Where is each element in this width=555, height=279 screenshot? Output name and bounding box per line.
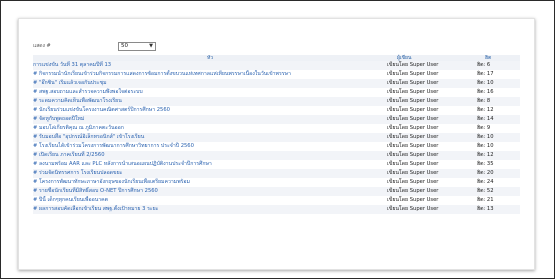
article-title-link[interactable]: # ลงนามพร้อม AAR และ PLC หลังการนำเสนอแผ…: [33, 161, 212, 167]
article-title-link[interactable]: # โครงการพัฒนาทักษะภาษาอังกฤษของนักเรียน…: [33, 179, 190, 185]
screenshot-frame: แสดง # 50 ▼ หัว ผู้เขียน ฮิต การแข่งขัน …: [0, 0, 555, 279]
article-title-link[interactable]: # กิจกรรมนำนักเรียนเข้าร่วมกิจกรรมการแสด…: [33, 71, 291, 77]
article-title-link[interactable]: # รับมอบสื่อ "อุปกรณ์อิเล็กทรอนิกส์" เข้…: [33, 134, 144, 140]
table-row: # โครงการพัฒนาทักษะภาษาอังกฤษของนักเรียน…: [33, 178, 520, 187]
article-hits-cell: ฮิต: 8: [475, 97, 520, 106]
article-title-link[interactable]: # รายชื่อนักเรียนที่มีสิทธิ์สอบ O-NET ปี…: [33, 188, 158, 194]
article-title-cell: # โรงเรียนได้เข้าร่วมโครงการพัฒนาการศึกษ…: [33, 142, 387, 151]
article-hits-cell: ฮิต: 16: [475, 88, 520, 97]
article-author-cell: เขียนโดย Super User: [387, 196, 475, 205]
article-hits-cell: ฮิต: 10: [475, 133, 520, 142]
display-count-row: แสดง # 50 ▼: [33, 40, 156, 52]
display-count-value: 50: [121, 43, 128, 49]
article-author-cell: เขียนโดย Super User: [387, 115, 475, 124]
table-row: # จัดหูกับพูดถอดปีใหม่ เขียนโดย Super Use…: [33, 115, 520, 124]
table-row: # กิจกรรมนำนักเรียนเข้าร่วมกิจกรรมการแสด…: [33, 70, 520, 79]
article-title-cell: # ผลการสอบคัดเลือกเข้าเรียน สพฐ.ตั้งเป้า…: [33, 205, 387, 214]
article-title-cell: # ปีนี้ เด็กๆทุกคนเรียนเพื่ออนาคต: [33, 196, 387, 205]
article-title-cell: # ลงนามพร้อม AAR และ PLC หลังการนำเสนอแผ…: [33, 160, 387, 169]
article-title-cell: # นักเรียนร่วมแข่งขันโครงงานคณิตศาสตร์ปี…: [33, 106, 387, 115]
table-row: # ผลการสอบคัดเลือกเข้าเรียน สพฐ.ตั้งเป้า…: [33, 205, 520, 214]
article-hits-cell: ฮิต: 21: [475, 196, 520, 205]
article-author-cell: เขียนโดย Super User: [387, 160, 475, 169]
table-row: # เปิดเรียน ภาคเรียนที่ 2/2560 เขียนโดย S…: [33, 151, 520, 160]
article-hits-cell: ฮิต: 17: [475, 70, 520, 79]
table-row: # "อ๊กซิน" เริ่มแล้วเจอกันประชุม เขียนโดย…: [33, 79, 520, 88]
article-author-cell: เขียนโดย Super User: [387, 97, 475, 106]
article-title-link[interactable]: การแข่งขัน วันที่ 31 ตุลาคมปีที่ 13: [33, 62, 111, 68]
article-hits-cell: ฮิต: 14: [475, 115, 520, 124]
article-hits-cell: ฮิต: 6: [475, 61, 520, 70]
article-title-link[interactable]: # เปิดเรียน ภาคเรียนที่ 2/2560: [33, 152, 105, 158]
article-hits-cell: ฮิต: 35: [475, 160, 520, 169]
table-row: # ระดมความคิดเห็นเพื่อพัฒนาโรงเรียน เขียน…: [33, 97, 520, 106]
article-hits-cell: ฮิต: 13: [475, 205, 520, 214]
article-author-cell: เขียนโดย Super User: [387, 151, 475, 160]
article-title-link[interactable]: # สพฐ.สอบถามและสำรวจความพึงพอใจต่อระบบ: [33, 89, 143, 95]
article-hits-cell: ฮิต: 52: [475, 187, 520, 196]
article-hits-cell: ฮิต: 12: [475, 151, 520, 160]
display-count-label: แสดง #: [33, 43, 51, 49]
article-author-cell: เขียนโดย Super User: [387, 178, 475, 187]
article-title-cell: การแข่งขัน วันที่ 31 ตุลาคมปีที่ 13: [33, 61, 387, 70]
article-author-cell: เขียนโดย Super User: [387, 70, 475, 79]
article-author-cell: เขียนโดย Super User: [387, 61, 475, 70]
article-title-link[interactable]: # "อ๊กซิน" เริ่มแล้วเจอกันประชุม: [33, 80, 107, 86]
article-title-cell: # มอบโล่เกียรติคุณ ณ ภูมิภาคตะวันออก: [33, 124, 387, 133]
article-author-cell: เขียนโดย Super User: [387, 169, 475, 178]
article-title-cell: # "อ๊กซิน" เริ่มแล้วเจอกันประชุม: [33, 79, 387, 88]
article-author-cell: เขียนโดย Super User: [387, 88, 475, 97]
table-row: # ปีนี้ เด็กๆทุกคนเรียนเพื่ออนาคต เขียนโด…: [33, 196, 520, 205]
table-row: # นักเรียนร่วมแข่งขันโครงงานคณิตศาสตร์ปี…: [33, 106, 520, 115]
article-author-cell: เขียนโดย Super User: [387, 205, 475, 214]
table-row: # โรงเรียนได้เข้าร่วมโครงการพัฒนาการศึกษ…: [33, 142, 520, 151]
article-hits-cell: ฮิต: 10: [475, 79, 520, 88]
article-title-cell: # สพฐ.สอบถามและสำรวจความพึงพอใจต่อระบบ: [33, 88, 387, 97]
article-title-cell: # ระดมความคิดเห็นเพื่อพัฒนาโรงเรียน: [33, 97, 387, 106]
article-title-cell: # รายชื่อนักเรียนที่มีสิทธิ์สอบ O-NET ปี…: [33, 187, 387, 196]
table-row: # รายชื่อนักเรียนที่มีสิทธิ์สอบ O-NET ปี…: [33, 187, 520, 196]
article-title-cell: # เปิดเรียน ภาคเรียนที่ 2/2560: [33, 151, 387, 160]
article-author-cell: เขียนโดย Super User: [387, 142, 475, 151]
article-title-link[interactable]: # มอบโล่เกียรติคุณ ณ ภูมิภาคตะวันออก: [33, 125, 124, 131]
article-author-cell: เขียนโดย Super User: [387, 187, 475, 196]
table-row: # มอบโล่เกียรติคุณ ณ ภูมิภาคตะวันออก เขีย…: [33, 124, 520, 133]
display-count-select[interactable]: 50 ▼: [118, 41, 156, 51]
article-title-link[interactable]: # ร่วมจัดนิทรรศการ โรงเรียนปลอดขยะ: [33, 170, 122, 176]
table-row: # สพฐ.สอบถามและสำรวจความพึงพอใจต่อระบบ เข…: [33, 88, 520, 97]
article-list-panel: แสดง # 50 ▼ หัว ผู้เขียน ฮิต การแข่งขัน …: [18, 18, 535, 270]
article-hits-cell: ฮิต: 9: [475, 124, 520, 133]
table-row: # ร่วมจัดนิทรรศการ โรงเรียนปลอดขยะ เขียนโ…: [33, 169, 520, 178]
article-title-link[interactable]: # นักเรียนร่วมแข่งขันโครงงานคณิตศาสตร์ปี…: [33, 107, 170, 113]
article-hits-cell: ฮิต: 12: [475, 106, 520, 115]
article-author-cell: เขียนโดย Super User: [387, 124, 475, 133]
table-row: การแข่งขัน วันที่ 31 ตุลาคมปีที่ 13 เขียน…: [33, 61, 520, 70]
chevron-down-icon: ▼: [149, 43, 153, 49]
article-title-link[interactable]: # ระดมความคิดเห็นเพื่อพัฒนาโรงเรียน: [33, 98, 122, 104]
article-hits-cell: ฮิต: 10: [475, 142, 520, 151]
article-hits-cell: ฮิต: 20: [475, 169, 520, 178]
article-author-cell: เขียนโดย Super User: [387, 106, 475, 115]
article-title-cell: # โครงการพัฒนาทักษะภาษาอังกฤษของนักเรียน…: [33, 178, 387, 187]
article-title-cell: # รับมอบสื่อ "อุปกรณ์อิเล็กทรอนิกส์" เข้…: [33, 133, 387, 142]
article-title-cell: # ร่วมจัดนิทรรศการ โรงเรียนปลอดขยะ: [33, 169, 387, 178]
article-title-link[interactable]: # โรงเรียนได้เข้าร่วมโครงการพัฒนาการศึกษ…: [33, 143, 194, 149]
article-list-table: หัว ผู้เขียน ฮิต การแข่งขัน วันที่ 31 ตุ…: [33, 55, 520, 214]
article-title-cell: # กิจกรรมนำนักเรียนเข้าร่วมกิจกรรมการแสด…: [33, 70, 387, 79]
article-author-cell: เขียนโดย Super User: [387, 133, 475, 142]
article-title-link[interactable]: # จัดหูกับพูดถอดปีใหม่: [33, 116, 84, 122]
article-title-link[interactable]: # ผลการสอบคัดเลือกเข้าเรียน สพฐ.ตั้งเป้า…: [33, 206, 158, 212]
article-author-cell: เขียนโดย Super User: [387, 79, 475, 88]
article-hits-cell: ฮิต: 24: [475, 178, 520, 187]
table-row: # รับมอบสื่อ "อุปกรณ์อิเล็กทรอนิกส์" เข้…: [33, 133, 520, 142]
table-row: # ลงนามพร้อม AAR และ PLC หลังการนำเสนอแผ…: [33, 160, 520, 169]
article-title-link[interactable]: # ปีนี้ เด็กๆทุกคนเรียนเพื่ออนาคต: [33, 197, 108, 203]
article-title-cell: # จัดหูกับพูดถอดปีใหม่: [33, 115, 387, 124]
